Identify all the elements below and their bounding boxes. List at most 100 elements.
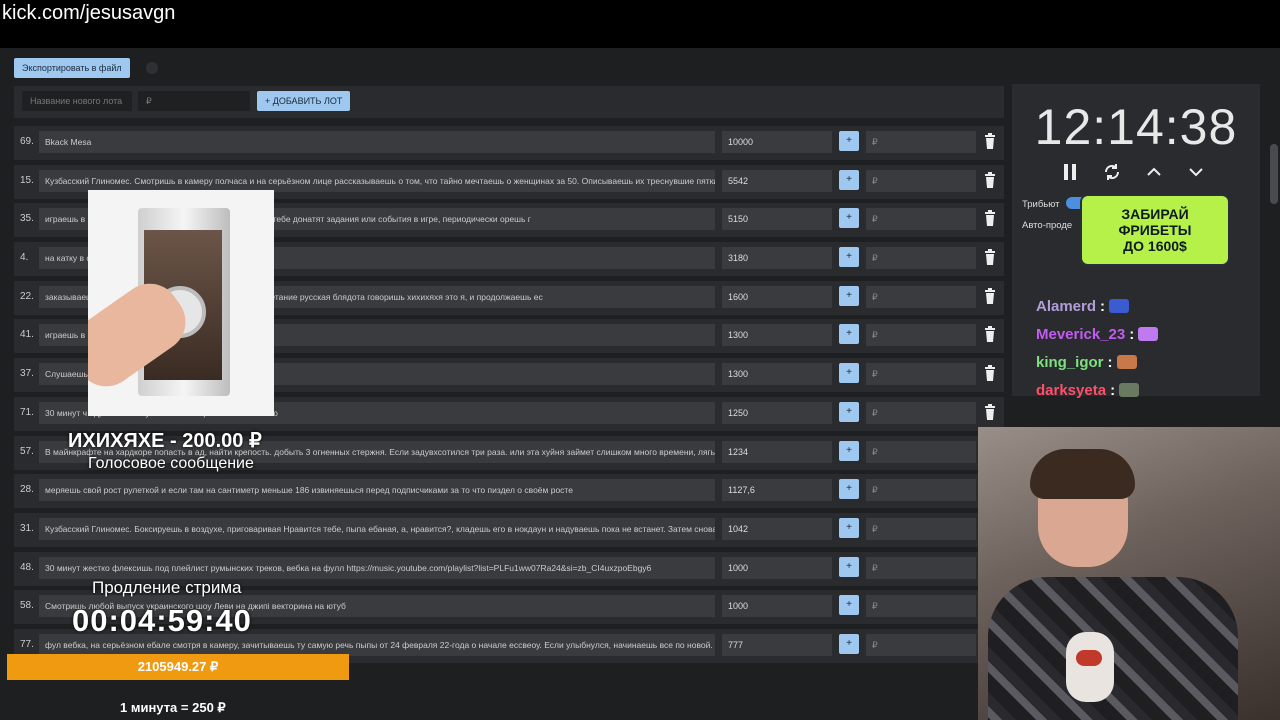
export-button[interactable]: Экспортировать в файл: [14, 58, 130, 78]
add-amount-button[interactable]: +: [839, 247, 859, 268]
add-amount-button[interactable]: +: [839, 208, 859, 229]
pause-icon[interactable]: [1060, 162, 1080, 182]
add-amount-button[interactable]: +: [839, 324, 859, 345]
chat-separator: :: [1100, 297, 1106, 315]
add-amount-button[interactable]: +: [839, 517, 859, 538]
lot-amount[interactable]: 777: [722, 633, 832, 656]
chat-message: darksyeta:: [1030, 376, 1280, 404]
chat-separator: :: [1129, 325, 1135, 343]
add-amount-input[interactable]: ₽: [866, 169, 976, 192]
new-lot-amount-input[interactable]: ₽: [138, 91, 250, 111]
new-lot-name-input[interactable]: Название нового лота: [22, 91, 132, 111]
add-amount-input[interactable]: ₽: [866, 633, 976, 656]
stream-extension-time: 00:04:59:40: [72, 603, 252, 638]
add-amount-input[interactable]: ₽: [866, 440, 976, 463]
add-amount-button[interactable]: +: [839, 633, 859, 654]
lot-number: 22.: [20, 290, 34, 302]
lot-name-input[interactable]: Bkack Mesa: [39, 131, 715, 153]
lot-name-input[interactable]: Кузбасский Глиномес. Смотришь в камеру п…: [39, 169, 715, 192]
add-amount-button[interactable]: +: [839, 556, 859, 577]
chat-message: king_igor:: [1030, 348, 1280, 376]
add-amount-input[interactable]: ₽: [866, 401, 976, 424]
add-amount-input[interactable]: ₽: [866, 595, 976, 618]
lot-number: 41.: [20, 329, 34, 341]
lot-amount[interactable]: 1300: [722, 363, 832, 386]
trash-icon[interactable]: [984, 249, 996, 266]
lot-name-input[interactable]: 30 минут жестко флексишь под плейлист ру…: [39, 556, 715, 579]
scrollbar[interactable]: [1270, 144, 1278, 204]
add-amount-input[interactable]: ₽: [866, 479, 976, 502]
add-amount-input[interactable]: ₽: [866, 285, 976, 308]
lot-number: 57.: [20, 445, 34, 457]
add-amount-input[interactable]: ₽: [866, 324, 976, 347]
lot-amount[interactable]: 1127,6: [722, 479, 832, 502]
add-amount-button[interactable]: +: [839, 401, 859, 422]
lot-number: 28.: [20, 484, 34, 496]
add-amount-input[interactable]: ₽: [866, 247, 976, 270]
trash-icon[interactable]: [984, 287, 996, 304]
lot-name-input[interactable]: меряешь свой рост рулеткой и если там на…: [39, 479, 715, 502]
lot-amount[interactable]: 1000: [722, 556, 832, 579]
lot-amount[interactable]: 3180: [722, 247, 832, 270]
chat-username: Alamerd: [1036, 297, 1097, 315]
chat-message: Alamerd:: [1030, 292, 1280, 320]
add-lot-button[interactable]: + ДОБАВИТЬ ЛОТ: [257, 91, 351, 111]
lot-amount[interactable]: 5150: [722, 208, 832, 231]
add-lot-row: Название нового лота ₽ + ДОБАВИТЬ ЛОТ: [14, 86, 1004, 118]
lot-amount[interactable]: 1234: [722, 440, 832, 463]
lot-row: 69. Bkack Mesa 10000 + ₽: [14, 126, 1004, 160]
promo-line: ДО 1600$: [1123, 238, 1187, 254]
reset-icon[interactable]: [1102, 162, 1122, 182]
lot-amount[interactable]: 1250: [722, 401, 832, 424]
chat-username: king_igor: [1036, 353, 1104, 371]
total-amount: 2105949.27 ₽: [137, 659, 219, 674]
add-amount-button[interactable]: +: [839, 131, 859, 151]
lot-amount[interactable]: 5542: [722, 169, 832, 192]
lot-number: 69.: [20, 136, 34, 147]
add-amount-button[interactable]: +: [839, 479, 859, 500]
add-amount-button[interactable]: +: [839, 285, 859, 306]
trash-icon[interactable]: [984, 171, 996, 188]
promo-line: ЗАБИРАЙ: [1121, 206, 1189, 222]
lot-number: 58.: [20, 600, 34, 612]
status-dot: [145, 62, 158, 74]
lot-amount[interactable]: 1600: [722, 285, 832, 308]
chevron-down-icon[interactable]: [1186, 162, 1206, 182]
chat-overlay: Alamerd: Meverick_23: king_igor: darksyeta:: [1030, 292, 1280, 404]
trash-icon[interactable]: [984, 365, 996, 382]
chat-username: darksyeta: [1036, 381, 1107, 399]
lot-amount[interactable]: 1000: [722, 595, 832, 618]
promo-line: ФРИБЕТЫ: [1118, 222, 1192, 238]
lot-number: 4.: [20, 252, 29, 264]
lot-amount[interactable]: 10000: [722, 131, 832, 153]
add-amount-button[interactable]: +: [839, 595, 859, 616]
lot-amount[interactable]: 1300: [722, 324, 832, 347]
add-amount-button[interactable]: +: [839, 169, 859, 190]
timer-clock: 12:14:38: [1034, 99, 1238, 155]
lot-name-input[interactable]: Кузбасский Глиномес. Боксируешь в воздух…: [39, 517, 715, 540]
add-amount-input[interactable]: ₽: [866, 208, 976, 231]
add-amount-button[interactable]: +: [839, 440, 859, 461]
donation-alert-title: ИХИХЯХЕ - 200.00 ₽: [68, 430, 262, 452]
trash-icon[interactable]: [984, 326, 996, 343]
lot-number: 31.: [20, 522, 34, 534]
lot-amount[interactable]: 1042: [722, 517, 832, 540]
add-amount-input[interactable]: ₽: [866, 363, 976, 386]
webcam-person-hair: [1030, 449, 1135, 499]
trash-icon[interactable]: [984, 133, 996, 149]
rate-label: 1 минута = 250 ₽: [120, 700, 226, 715]
lot-number: 15.: [20, 174, 34, 186]
add-amount-input[interactable]: ₽: [866, 131, 976, 153]
trash-icon[interactable]: [984, 210, 996, 227]
add-amount-button[interactable]: +: [839, 363, 859, 384]
toolbar: Экспортировать в файл: [14, 58, 158, 78]
lot-row: 28. меряешь свой рост рулеткой и если там…: [14, 474, 1004, 509]
add-amount-input[interactable]: ₽: [866, 517, 976, 540]
lot-number: 37.: [20, 368, 34, 380]
donation-alert-image: [88, 190, 274, 416]
add-amount-input[interactable]: ₽: [866, 556, 976, 579]
tribute-label: Трибьют: [1022, 199, 1060, 210]
chevron-up-icon[interactable]: [1144, 162, 1164, 182]
promo-banner[interactable]: ЗАБИРАЙ ФРИБЕТЫ ДО 1600$: [1082, 196, 1228, 264]
trash-icon[interactable]: [984, 403, 996, 420]
